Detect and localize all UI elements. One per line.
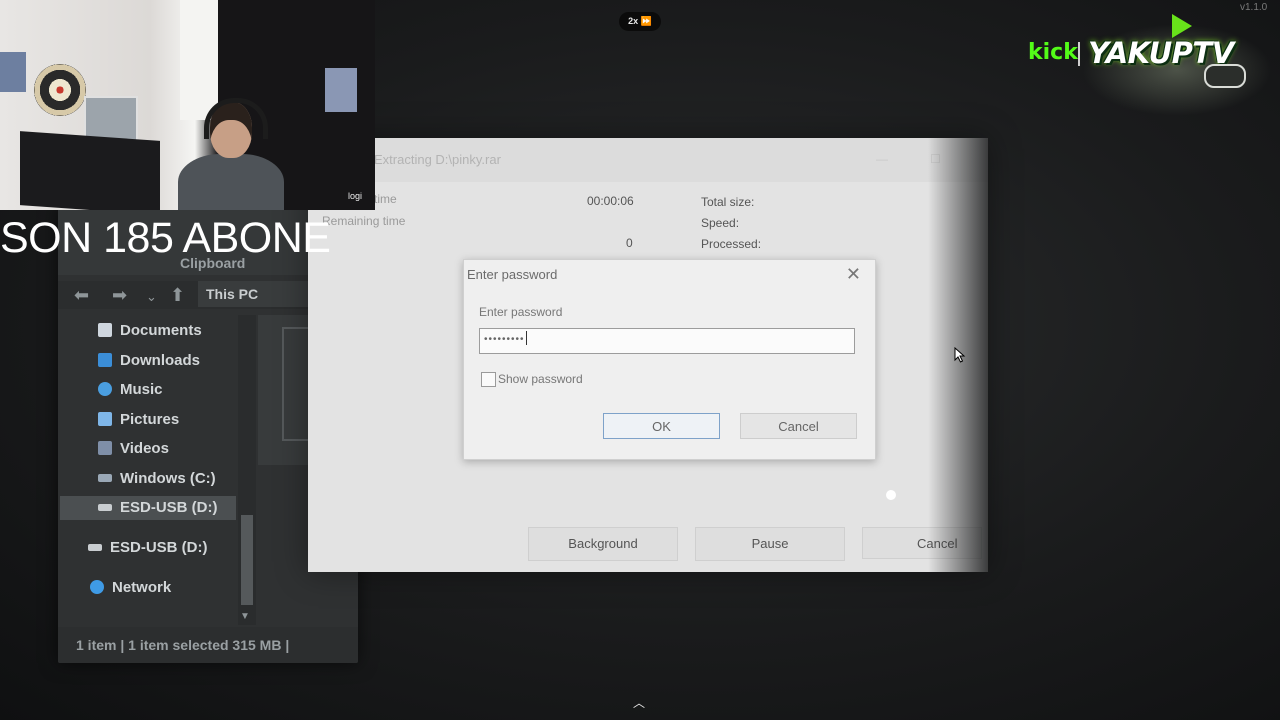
channel-logo: kick YAKUPTV [1026,6,1276,116]
streamer-body [178,154,284,210]
show-password-checkbox[interactable] [481,372,496,387]
gamepad-icon [1204,64,1246,88]
version-label: v1.1.0 [1240,2,1268,13]
close-icon[interactable]: ✕ [846,264,861,285]
tree-item-downloads[interactable]: Downloads [98,349,248,373]
logo-divider [1078,42,1080,66]
tree-item-videos[interactable]: Videos [98,437,248,461]
dartboard-image [34,64,86,116]
drive-icon [98,474,112,482]
tree-item-network[interactable]: Network [90,576,240,600]
elapsed-time-value: 00:00:06 [587,194,634,208]
password-masked-value: ••••••••• [484,334,525,345]
forward-arrow-icon[interactable]: ➡ [112,285,127,306]
usb-drive-icon [98,504,112,511]
chevron-down-icon[interactable]: ⌄ [146,289,157,305]
webcam-brand-label: logi [348,191,363,201]
back-arrow-icon[interactable]: ⬅ [74,285,89,306]
streamer-image [170,98,290,210]
scroll-down-icon[interactable]: ▼ [240,611,250,622]
headset-icon [204,98,268,139]
network-icon [90,580,104,594]
webcam-poster [325,68,357,112]
processed-label: Processed: [701,237,762,251]
documents-icon [98,323,112,337]
password-dialog: Enter password ✕ Enter password ••••••••… [463,259,876,460]
minimize-icon[interactable]: — [876,152,888,166]
breadcrumb-this-pc[interactable]: This PC [206,286,258,302]
extraction-title: Extracting D:\pinky.rar [374,152,501,167]
speed-label: Speed: [701,216,740,230]
play-icon [1172,14,1192,38]
tree-item-esd-usb-d[interactable]: ESD-USB (D:) [60,496,236,520]
up-arrow-icon[interactable]: ⬆ [170,285,185,306]
tree-item-pictures[interactable]: Pictures [98,408,248,432]
total-size-label: Total size: [701,195,755,209]
subscriber-banner: SON 185 ABONE [0,214,331,262]
dialog-title: Enter password [467,267,558,282]
pause-button[interactable]: Pause [695,527,845,561]
count-value: 0 [626,236,633,250]
password-input[interactable]: ••••••••• [479,328,855,354]
chevron-up-icon[interactable]: ︿ [633,694,645,711]
tree-item-windows-c[interactable]: Windows (C:) [98,467,248,491]
password-field-label: Enter password [479,305,563,319]
videos-icon [98,441,112,455]
ok-button[interactable]: OK [603,413,720,439]
touch-indicator [886,490,896,500]
webcam-poster [0,52,26,92]
usb-drive-icon [88,544,102,551]
remaining-time-label: Remaining time [322,214,406,228]
text-caret [525,331,527,345]
webcam-overlay: logi [0,0,375,210]
playback-speed-badge[interactable]: 2x ⏩ [619,12,661,31]
pictures-icon [98,412,112,426]
webcam-monitor [20,131,160,210]
tree-item-esd-usb-d-root[interactable]: ESD-USB (D:) [88,536,238,560]
kick-logo-text: kick [1028,40,1078,65]
show-password-label[interactable]: Show password [498,372,583,386]
tree-scrollbar[interactable] [238,315,256,625]
scrollbar-thumb[interactable] [241,515,253,605]
status-bar: 1 item | 1 item selected 315 MB | [58,627,358,663]
elapsed-time-label: time [374,192,397,206]
tree-item-documents[interactable]: Documents [98,319,248,343]
tree-item-music[interactable]: Music [98,378,248,402]
music-icon [98,382,112,396]
downloads-icon [98,353,112,367]
background-button[interactable]: Background [528,527,678,561]
cancel-button[interactable]: Cancel [740,413,857,439]
